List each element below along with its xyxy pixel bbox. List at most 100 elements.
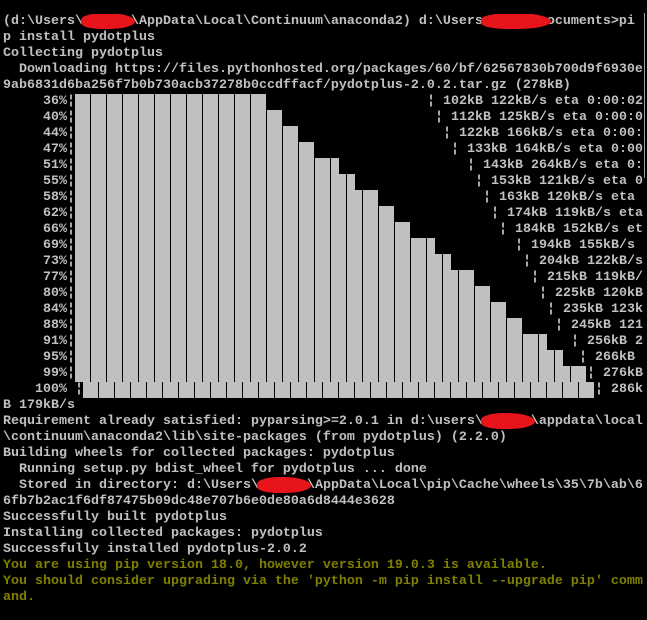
progress-fill: [75, 126, 298, 142]
output-text: Stored in directory: d:\Users\: [3, 478, 259, 493]
output-line: Running setup.py bdist_wheel for pydotpl…: [3, 462, 427, 477]
output-line: B 179kB/s: [3, 398, 75, 413]
progress-percent: 100%: [35, 382, 67, 397]
progress-percent: 40%: [43, 110, 67, 125]
bar-start-separator: ¦: [67, 350, 75, 365]
bar-start-separator: ¦: [67, 158, 75, 173]
prompt-line: (d:\Users\ \AppData\Local\Continuum\anaco…: [3, 14, 643, 30]
progress-bar-rows: 36% ¦ ¦ 102kB 122kB/s eta 0:00:02 40% ¦ ¦ 112kB…: [3, 94, 643, 398]
output-line: Successfully installed pydotplus-2.0.2: [3, 542, 307, 557]
console-output: (d:\Users\ \AppData\Local\Continuum\anaco…: [3, 14, 643, 606]
bar-end-separator: ¦: [427, 94, 435, 109]
progress-fill: [75, 302, 507, 318]
output-line: Installing collected packages: pydotplus: [3, 526, 323, 541]
progress-row: 88% ¦ ¦ 245kB 121: [3, 318, 643, 334]
progress-stats: 215kB 119kB/: [547, 270, 643, 285]
progress-stats: 256kB 2: [587, 334, 643, 349]
progress-percent: 55%: [43, 174, 67, 189]
pip-warning-line: You are using pip version 18.0, however …: [3, 558, 547, 573]
progress-fill: [75, 270, 475, 286]
scrollbar[interactable]: [644, 13, 645, 178]
bar-end-separator: ¦: [515, 238, 523, 253]
progress-percent: 47%: [43, 142, 67, 157]
progress-row: 69% ¦ ¦ 194kB 155kB/s: [3, 238, 643, 254]
bar-end-separator: ¦: [587, 366, 595, 381]
bar-start-separator: ¦: [67, 174, 75, 189]
progress-row: 73% ¦ ¦ 204kB 122kB/s: [3, 254, 643, 270]
progress-stats: 184kB 152kB/s et: [515, 222, 643, 237]
bar-start-separator: ¦: [67, 126, 75, 141]
output-line: 9ab6831d6ba256f7b0b730acb37278b0ccdffacf…: [3, 78, 571, 93]
progress-stats: 276kB: [603, 366, 643, 381]
progress-percent: 44%: [43, 126, 67, 141]
output-text: \appdata\local: [530, 414, 643, 429]
prompt-text: (d:\Users\: [3, 14, 83, 29]
bar-start-separator: ¦: [67, 222, 75, 237]
progress-stats: 143kB 264kB/s eta 0:: [483, 158, 643, 173]
progress-row: 84% ¦ ¦ 235kB 123k: [3, 302, 643, 318]
output-line: Requirement already satisfied: pyparsing…: [3, 413, 643, 430]
progress-row: 91% ¦ ¦ 256kB 2: [3, 334, 643, 350]
bar-start-separator: ¦: [67, 94, 75, 109]
bar-start-separator: ¦: [67, 254, 75, 269]
progress-stats: 153kB 121kB/s eta 0: [491, 174, 643, 189]
progress-stats: 112kB 125kB/s eta 0:00:0: [451, 110, 643, 125]
bar-end-separator: ¦: [571, 334, 579, 349]
progress-row: 66% ¦ ¦ 184kB 152kB/s et: [3, 222, 643, 238]
progress-fill: [75, 190, 378, 206]
prompt-text: ocuments>pi: [546, 14, 635, 29]
progress-percent: 95%: [43, 350, 67, 365]
progress-stats: 225kB 120kB: [555, 286, 643, 301]
output-line: Building wheels for collected packages: …: [3, 446, 395, 461]
pip-warning-line: You should consider upgrading via the 'p…: [3, 574, 643, 589]
progress-row: 99% ¦ ¦ 276kB: [3, 366, 643, 382]
bar-start-separator: ¦: [67, 190, 75, 205]
progress-stats: 102kB 122kB/s eta 0:00:02: [443, 94, 643, 109]
progress-fill: [75, 110, 282, 126]
output-line: Stored in directory: d:\Users\ \AppData\L…: [3, 477, 643, 494]
pip-warning-line: and.: [3, 590, 35, 605]
bar-end-separator: ¦: [491, 206, 499, 221]
output-line: 6fb7b2ac1f6df87475b09dc48e707b6e0de80a6d…: [3, 494, 395, 509]
progress-stats: 235kB 123k: [563, 302, 643, 317]
progress-fill: [75, 158, 339, 174]
output-line: Collecting pydotplus: [3, 46, 163, 61]
progress-stats: 204kB 122kB/s: [539, 254, 643, 269]
progress-row: 40% ¦ ¦ 112kB 125kB/s eta 0:00:0: [3, 110, 643, 126]
progress-row: 95% ¦ ¦ 266kB: [3, 350, 643, 366]
progress-percent: 91%: [43, 334, 67, 349]
progress-row: 80% ¦ ¦ 225kB 120kB: [3, 286, 643, 302]
progress-percent: 51%: [43, 158, 67, 173]
progress-row: 55% ¦ ¦ 153kB 121kB/s eta 0: [3, 174, 643, 190]
progress-fill: [75, 174, 355, 190]
progress-percent: 88%: [43, 318, 67, 333]
progress-row: 77% ¦ ¦ 215kB 119kB/: [3, 270, 643, 286]
progress-row: 58% ¦ ¦ 163kB 120kB/s eta: [3, 190, 643, 206]
redacted-username: [256, 477, 311, 494]
progress-fill: [83, 382, 594, 398]
bar-start-separator: ¦: [67, 110, 75, 125]
progress-fill: [75, 222, 410, 238]
progress-percent: 69%: [43, 238, 67, 253]
bar-start-separator: ¦: [67, 142, 75, 157]
progress-percent: 36%: [43, 94, 67, 109]
progress-stats: 133kB 164kB/s eta 0:00: [467, 142, 643, 157]
prompt-text: \AppData\Local\Continuum\anaconda2) d:\U…: [130, 14, 483, 29]
progress-fill: [75, 366, 587, 382]
progress-fill: [75, 206, 394, 222]
progress-percent: 80%: [43, 286, 67, 301]
progress-fill: [75, 142, 314, 158]
redacted-username: [80, 14, 135, 30]
progress-fill: [75, 334, 547, 350]
bar-end-separator: ¦: [483, 190, 491, 205]
bar-start-separator: ¦: [67, 366, 75, 381]
bar-start-separator: ¦: [67, 302, 75, 317]
progress-percent: 66%: [43, 222, 67, 237]
progress-fill: [75, 254, 451, 270]
output-line: \continuum\anaconda2\lib\site-packages (…: [3, 430, 507, 445]
bar-end-separator: ¦: [595, 382, 603, 397]
bar-start-separator: ¦: [67, 270, 75, 285]
progress-fill: [75, 350, 563, 366]
bar-start-separator: ¦: [67, 334, 75, 349]
bar-end-separator: ¦: [467, 158, 475, 173]
